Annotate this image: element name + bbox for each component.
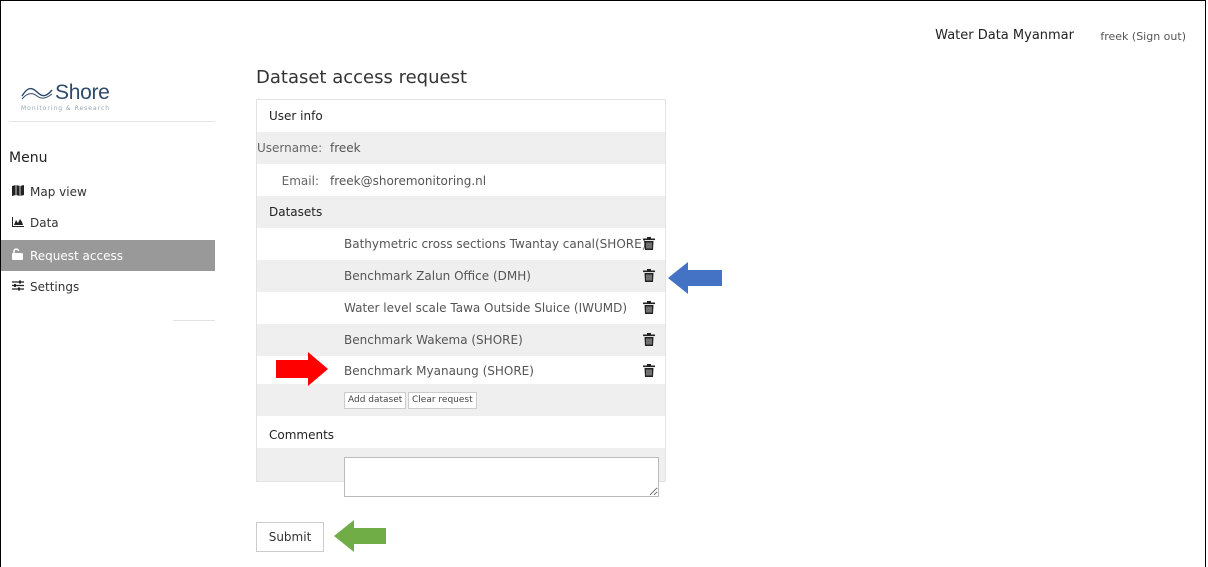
red-arrow-annotation	[276, 352, 328, 386]
dataset-name: Water level scale Tawa Outside Sluice (I…	[344, 301, 628, 315]
menu-title: Menu	[9, 150, 48, 166]
request-form-panel: User info Username: freek Email: freek@s…	[256, 99, 666, 497]
trash-icon[interactable]	[643, 364, 655, 377]
divider	[173, 320, 215, 321]
sidebar-item-label: Map view	[30, 185, 87, 199]
datasets-heading: Datasets	[269, 205, 323, 219]
comments-textarea[interactable]	[344, 457, 659, 497]
sidebar-item-label: Data	[30, 216, 59, 230]
dataset-name: Benchmark Myanaung (SHORE)	[344, 364, 534, 378]
logo-text: Shore	[55, 81, 110, 104]
trash-icon[interactable]	[643, 333, 655, 346]
section-header-user-info: User info	[257, 100, 665, 132]
dataset-name: Benchmark Wakema (SHORE)	[344, 333, 523, 347]
green-arrow-annotation	[334, 520, 386, 552]
dataset-name: Benchmark Zalun Office (DMH)	[344, 269, 531, 283]
dataset-row: Bathymetric cross sections Twantay canal…	[257, 228, 665, 260]
blue-arrow-annotation	[668, 262, 722, 294]
app-title: Water Data Myanmar	[935, 28, 1074, 43]
top-bar: Water Data Myanmar freek (Sign out)	[0, 0, 1208, 48]
divider	[9, 121, 215, 122]
logo: Shore Monitoring & Research	[21, 78, 221, 122]
sidebar-item-data[interactable]: Data	[1, 208, 215, 239]
sidebar-item-request-access[interactable]: Request access	[1, 240, 215, 271]
dataset-actions-row: Add dataset Clear request	[257, 384, 665, 416]
section-header-datasets: Datasets	[257, 196, 665, 228]
trash-icon[interactable]	[643, 269, 655, 282]
add-dataset-button[interactable]: Add dataset	[344, 392, 407, 409]
email-row: Email: freek@shoremonitoring.nl	[257, 164, 665, 196]
wave-logo-icon	[21, 87, 53, 100]
username-label: Username:	[257, 141, 323, 155]
comments-heading: Comments	[269, 428, 335, 442]
username-value: freek	[330, 141, 361, 155]
sidebar-item-map-view[interactable]: Map view	[1, 177, 215, 208]
sidebar-item-label: Settings	[30, 280, 80, 294]
dataset-row: Benchmark Zalun Office (DMH)	[257, 260, 665, 292]
logo-subtitle: Monitoring & Research	[21, 105, 111, 112]
unlock-icon	[12, 248, 26, 263]
submit-button[interactable]: Submit	[256, 522, 324, 552]
trash-icon[interactable]	[643, 301, 655, 314]
email-value: freek@shoremonitoring.nl	[330, 174, 487, 188]
user-info-heading: User info	[269, 109, 323, 123]
sliders-icon	[12, 280, 26, 294]
sign-out-link[interactable]: freek (Sign out)	[1100, 30, 1186, 43]
trash-icon[interactable]	[643, 237, 655, 250]
page-title: Dataset access request	[256, 67, 468, 88]
section-header-comments: Comments	[257, 416, 665, 448]
map-icon	[12, 185, 26, 199]
email-label: Email:	[281, 174, 319, 188]
sidebar-item-label: Request access	[30, 248, 123, 263]
dataset-name: Bathymetric cross sections Twantay canal…	[344, 237, 647, 251]
dataset-row: Water level scale Tawa Outside Sluice (I…	[257, 292, 665, 324]
chart-icon	[12, 216, 26, 230]
sidebar-item-settings[interactable]: Settings	[1, 272, 215, 303]
username-row: Username: freek	[257, 132, 665, 164]
sidebar: Shore Monitoring & Research Menu Map vie…	[1, 48, 215, 567]
clear-request-button[interactable]: Clear request	[408, 392, 477, 409]
